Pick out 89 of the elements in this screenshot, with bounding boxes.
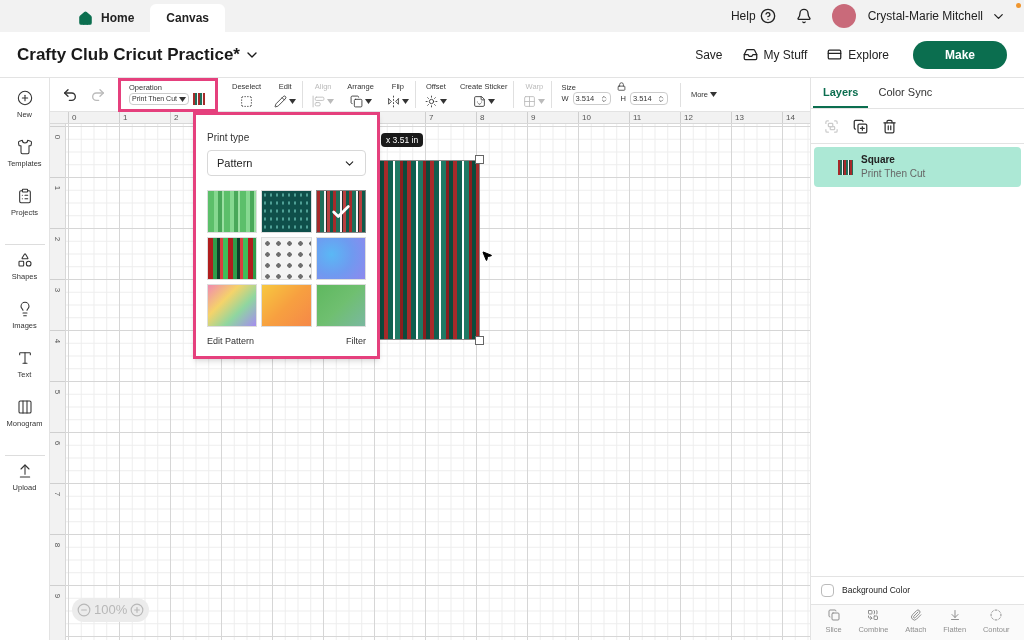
paperclip-icon: [909, 609, 922, 622]
align-icon: [312, 95, 326, 109]
ruler-label: 8: [476, 112, 527, 123]
pattern-thumbnail: [838, 159, 853, 175]
ruler-label: 2: [53, 236, 62, 242]
combine-icon: [867, 609, 880, 622]
flip-icon: [386, 95, 400, 109]
caret-icon: [364, 99, 372, 105]
layer-operation: Print Then Cut: [861, 167, 926, 181]
undo-icon[interactable]: [62, 86, 78, 103]
help-icon: [759, 8, 776, 24]
shirt-icon: [16, 139, 33, 155]
size-tooltip: x 3.51 in: [381, 133, 424, 147]
panel-tab[interactable]: Color Sync: [868, 78, 943, 108]
dashed-circle-icon: [990, 609, 1003, 622]
ruler-label: 0: [68, 112, 119, 123]
ruler-label: 13: [731, 112, 782, 123]
background-color-label: Background Color: [842, 584, 911, 597]
columns-icon: [16, 399, 33, 415]
ruler-label: 7: [425, 112, 476, 123]
stepper-icon: [599, 94, 608, 103]
caret-icon: [487, 99, 495, 105]
zoom-in-icon: [130, 603, 145, 617]
ruler-label: 9: [527, 112, 578, 123]
header-link[interactable]: Save: [695, 45, 723, 64]
print-type-label: Print type: [207, 131, 251, 145]
header-link[interactable]: Explore: [827, 45, 889, 64]
stepper-icon: [656, 94, 665, 103]
ruler-label: 5: [53, 389, 62, 395]
make-button[interactable]: Make: [913, 40, 1007, 69]
ruler-label: 12: [680, 112, 731, 123]
project-title[interactable]: Crafty Club Cricut Practice*: [17, 41, 260, 68]
caret-icon: [710, 92, 717, 97]
clipboard-icon: [16, 188, 33, 204]
copy-icon: [349, 95, 363, 109]
flatten-icon: [948, 609, 961, 622]
ruler-label: 1: [53, 185, 62, 191]
ruler-label: 14: [782, 112, 810, 123]
ruler-label: 0: [53, 134, 62, 140]
ruler-label: 9: [53, 593, 62, 599]
print-type-select[interactable]: Pattern: [207, 150, 366, 176]
caret-icon: [179, 96, 186, 102]
pencil-icon: [274, 95, 288, 109]
caret-icon: [538, 99, 546, 105]
ruler-label: 10: [578, 112, 629, 123]
resize-handle[interactable]: [475, 336, 484, 345]
house-icon: [78, 10, 93, 26]
avatar[interactable]: [831, 4, 856, 28]
cursor-icon: [481, 250, 493, 262]
caret-icon: [401, 99, 409, 105]
pattern-swatch[interactable]: [193, 93, 205, 106]
shapes-icon: [16, 252, 33, 268]
caret-icon: [289, 99, 297, 105]
account-menu[interactable]: Crystal-Marie Mitchell: [867, 7, 1006, 25]
trash-icon[interactable]: [882, 118, 897, 134]
lock-icon[interactable]: [617, 81, 627, 91]
checkbox[interactable]: [821, 584, 834, 597]
header-link[interactable]: My Stuff: [742, 45, 808, 64]
app-tab[interactable]: Canvas: [150, 4, 226, 32]
new-icon: [16, 90, 33, 106]
layer-name: Square: [861, 153, 896, 167]
ruler-label: 1: [119, 112, 170, 123]
ruler-label: 11: [629, 112, 680, 123]
card-icon: [827, 47, 843, 62]
bell-icon[interactable]: [795, 8, 812, 24]
panel-tab[interactable]: Layers: [813, 78, 869, 108]
duplicate-icon[interactable]: [853, 118, 868, 134]
app-tab[interactable]: Home: [62, 4, 151, 32]
grid-icon: [523, 95, 537, 109]
type-icon: [16, 350, 33, 366]
dashed-square-icon: [240, 95, 254, 109]
zoom-out-icon: [77, 603, 91, 617]
caret-icon: [327, 99, 335, 105]
resize-handle[interactable]: [475, 155, 484, 164]
layer-item[interactable]: Square Print Then Cut: [814, 147, 1021, 187]
pattern-tile[interactable]: [315, 190, 366, 233]
ruler-label: 4: [53, 338, 62, 344]
copy-icon: [827, 609, 840, 622]
ruler-label: 6: [53, 440, 62, 446]
sticker-icon: [472, 95, 486, 109]
ruler-label: 7: [53, 491, 62, 497]
help-link[interactable]: Help: [730, 7, 776, 25]
inbox-icon: [742, 47, 758, 62]
edit-pattern-link[interactable]: Edit Pattern: [207, 335, 255, 349]
ruler-label: 8: [53, 542, 62, 548]
caret-icon: [439, 99, 447, 105]
sun-icon: [424, 95, 438, 109]
filter-link[interactable]: Filter: [346, 335, 366, 349]
ruler-label: 3: [53, 287, 62, 293]
